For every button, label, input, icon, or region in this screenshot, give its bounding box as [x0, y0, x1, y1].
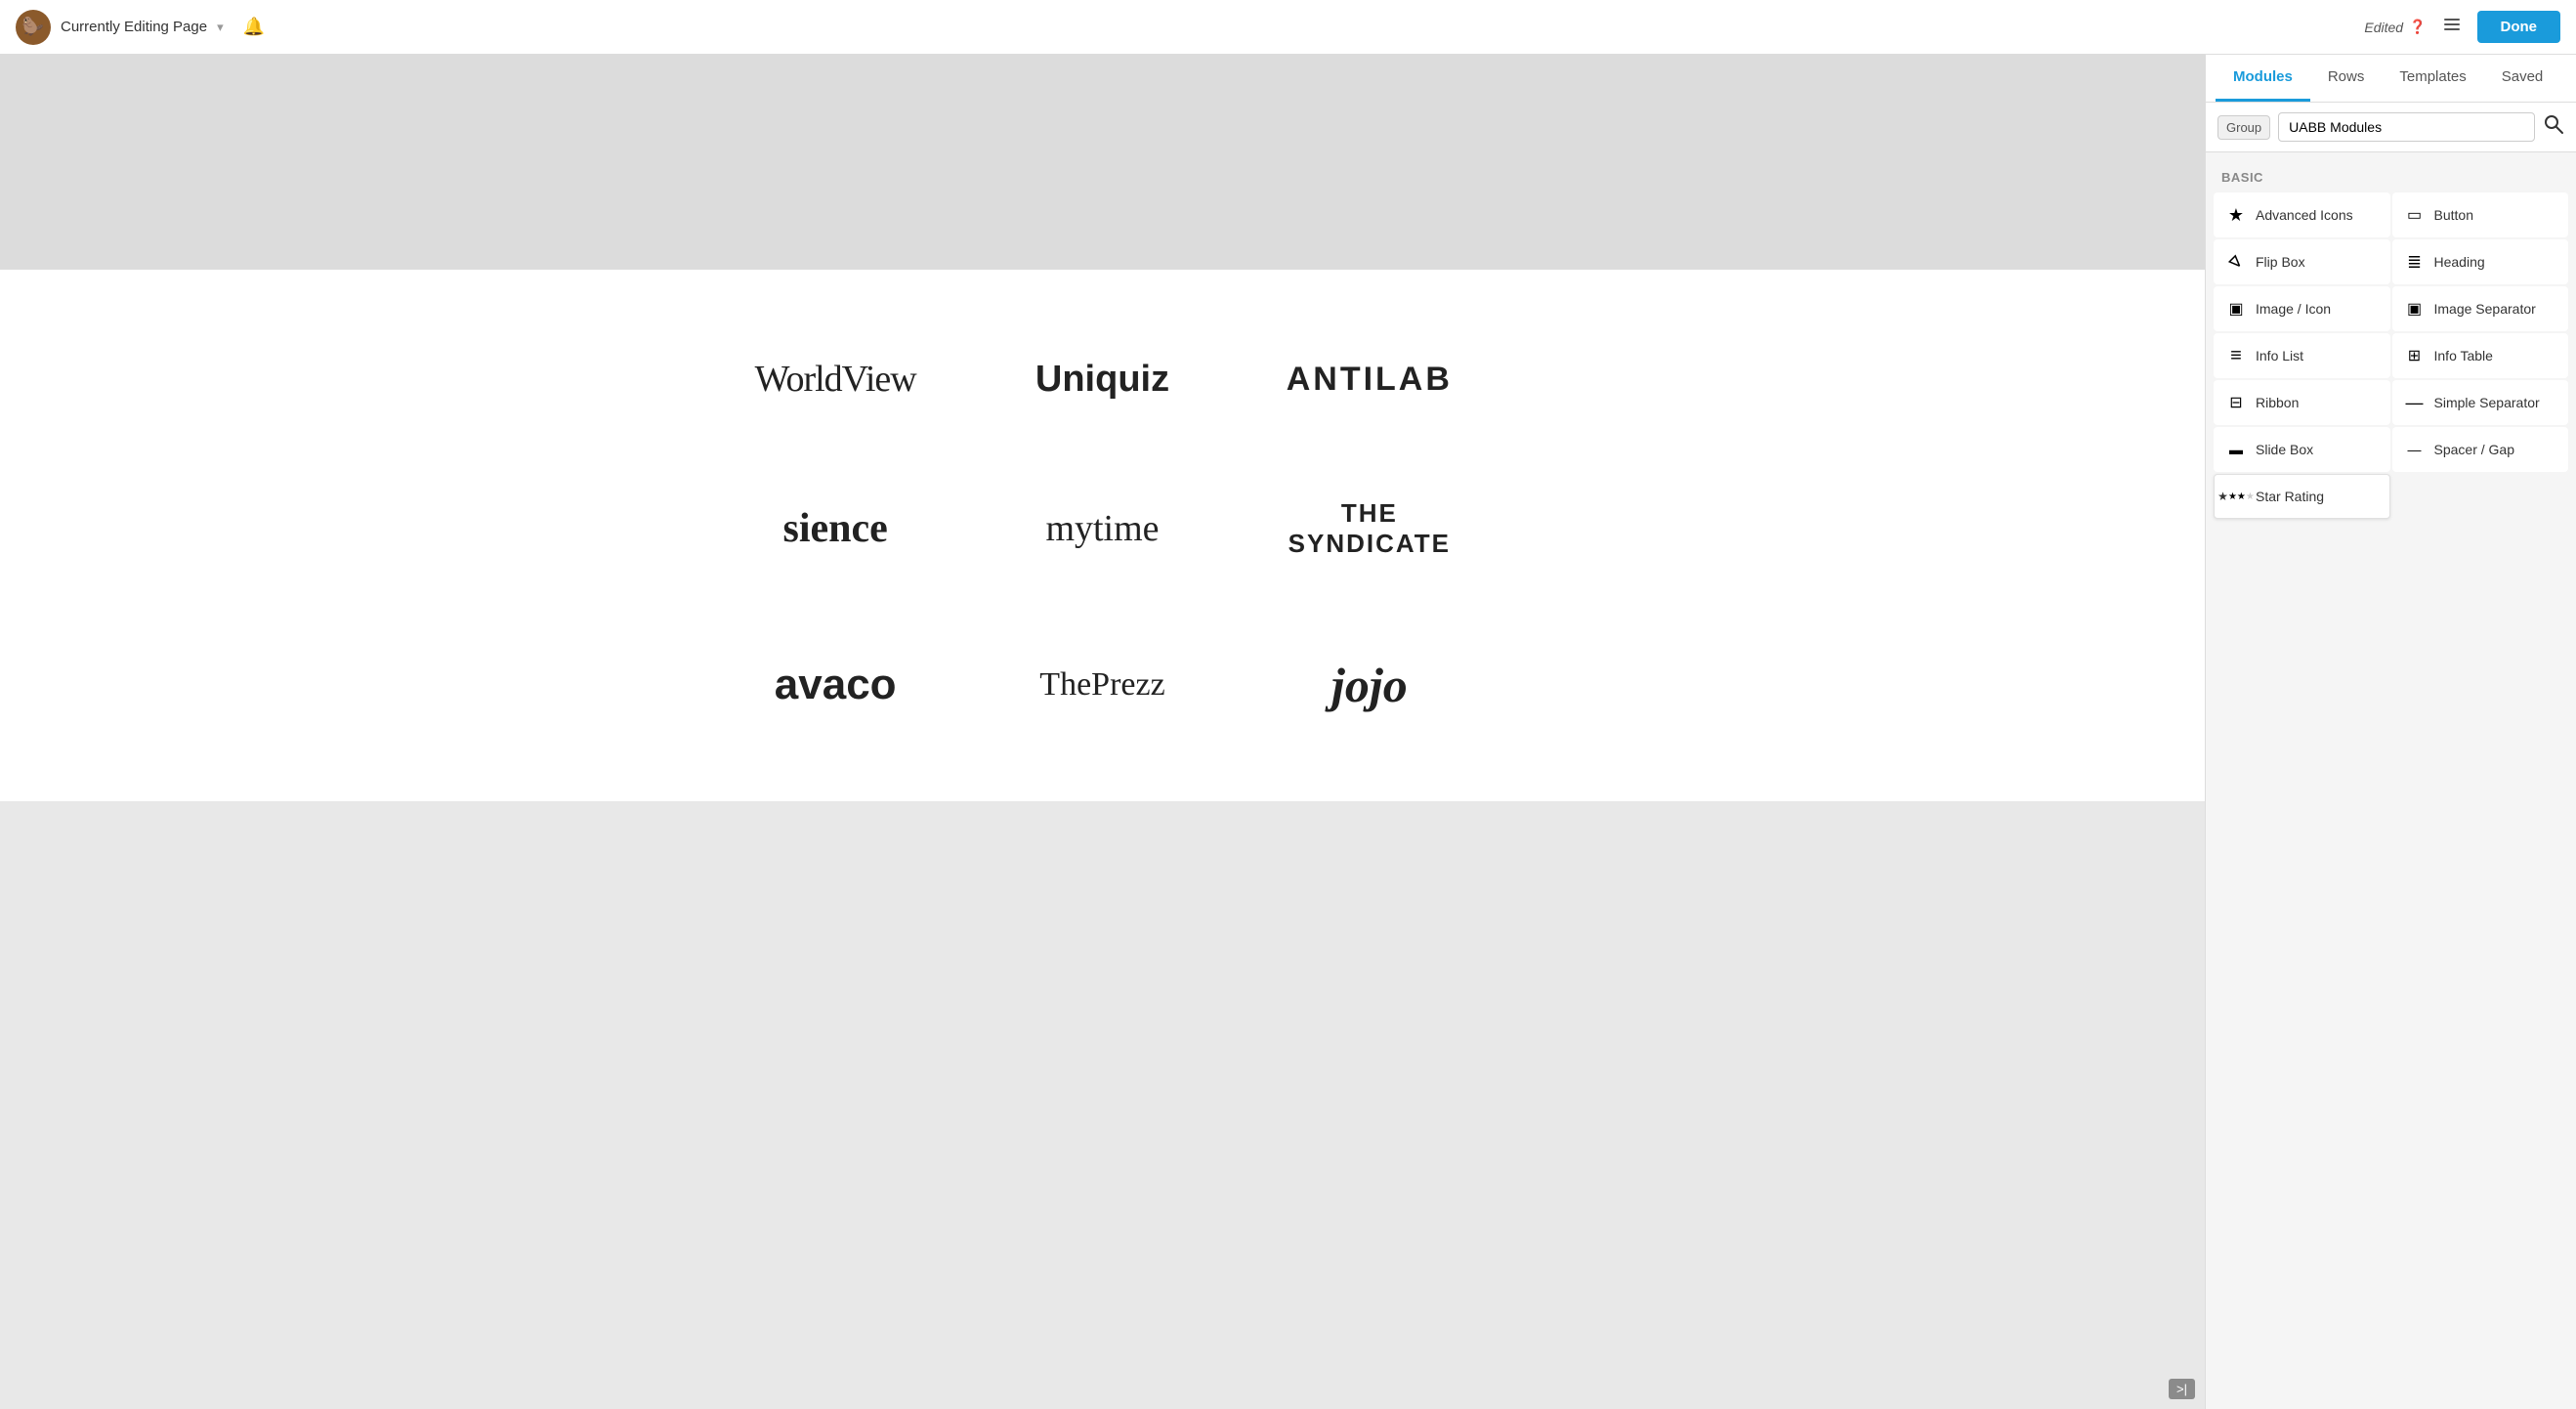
tab-saved[interactable]: Saved [2484, 55, 2561, 102]
logo-uniquiz: Uniquiz [1035, 359, 1169, 401]
logo-antilab: ANTILAB [1287, 361, 1453, 399]
canvas-content: WorldView Uniquiz ANTILAB sience mytime THE S… [0, 270, 2205, 801]
page-title: Currently Editing Page [61, 19, 207, 35]
logo-mytime: mytime [1045, 507, 1159, 550]
logo-cell-syndicate: THE SYNDICATE [1236, 449, 1502, 608]
info-list-label: Info List [2256, 348, 2303, 363]
module-item-flip-box[interactable]: Flip Box [2214, 239, 2390, 284]
module-item-heading[interactable]: Heading [2392, 239, 2569, 284]
module-item-spacer-gap[interactable]: Spacer / Gap [2392, 427, 2569, 472]
logo-cell-uniquiz: Uniquiz [969, 309, 1236, 449]
module-item-ribbon[interactable]: Ribbon [2214, 380, 2390, 425]
logo-sience: sience [783, 505, 888, 552]
button-label: Button [2434, 207, 2473, 223]
logo-cell-avaco: avaco [702, 608, 969, 762]
logo-cell-mytime: mytime [969, 449, 1236, 608]
canvas-wrapper: WorldView Uniquiz ANTILAB sience mytime THE S… [0, 55, 2205, 1409]
logo-cell-sience: sience [702, 449, 969, 608]
info-list-icon [2224, 344, 2248, 367]
logo-cell-antilab: ANTILAB [1236, 309, 1502, 449]
image-icon-icon [2224, 297, 2248, 320]
logo-syndicate: THE SYNDICATE [1255, 498, 1483, 559]
tab-templates[interactable]: Templates [2382, 55, 2483, 102]
sidebar-tabs: ModulesRowsTemplatesSaved [2206, 55, 2576, 103]
done-button[interactable]: Done [2477, 11, 2561, 43]
logo-theprezz: ThePrezz [1039, 666, 1164, 704]
module-item-info-table[interactable]: Info Table [2392, 333, 2569, 378]
spacer-gap-label: Spacer / Gap [2434, 442, 2515, 457]
ribbon-label: Ribbon [2256, 395, 2299, 410]
edited-status: Edited [2364, 20, 2403, 35]
app-logo: 🦫 [16, 10, 51, 45]
logo-jojo: jojo [1331, 657, 1408, 713]
flip-box-icon [2224, 250, 2248, 274]
canvas-area: WorldView Uniquiz ANTILAB sience mytime THE S… [0, 55, 2205, 801]
flip-box-label: Flip Box [2256, 254, 2305, 270]
logo-cell-jojo: jojo [1236, 608, 1502, 762]
module-item-simple-separator[interactable]: Simple Separator [2392, 380, 2569, 425]
module-item-star-rating[interactable]: ★★★ Star Rating [2214, 474, 2390, 519]
logo-avaco: avaco [775, 661, 897, 709]
module-item-info-list[interactable]: Info List [2214, 333, 2390, 378]
logo-grid: WorldView Uniquiz ANTILAB sience mytime THE S… [702, 309, 1503, 762]
sidebar: ModulesRowsTemplatesSaved Group UABB Mod… [2205, 55, 2576, 1409]
module-item-slide-box[interactable]: Slide Box [2214, 427, 2390, 472]
module-item-image-icon[interactable]: Image / Icon [2214, 286, 2390, 331]
image-separator-icon [2403, 297, 2427, 320]
advanced-icons-label: Advanced Icons [2256, 207, 2353, 223]
simple-separator-label: Simple Separator [2434, 395, 2540, 410]
search-button[interactable] [2543, 113, 2564, 141]
help-icon[interactable]: ❓ [2409, 19, 2426, 35]
section-label: Basic [2206, 162, 2576, 189]
sidebar-body: Basic Advanced Icons Button Flip Box Headin… [2206, 152, 2576, 1409]
image-icon-label: Image / Icon [2256, 301, 2331, 317]
info-table-label: Info Table [2434, 348, 2493, 363]
more-options-icon[interactable] [2442, 15, 2462, 40]
module-item-advanced-icons[interactable]: Advanced Icons [2214, 192, 2390, 237]
logo-cell-theprezz: ThePrezz [969, 608, 1236, 762]
tab-rows[interactable]: Rows [2310, 55, 2383, 102]
heading-label: Heading [2434, 254, 2485, 270]
module-item-button[interactable]: Button [2392, 192, 2569, 237]
star-rating-label: Star Rating [2256, 489, 2324, 504]
heading-icon [2403, 250, 2427, 274]
page-title-chevron[interactable]: ▾ [217, 20, 224, 35]
spacer-gap-icon [2403, 438, 2427, 461]
group-label: Group [2217, 115, 2270, 140]
logo-worldview: WorldView [755, 358, 916, 401]
notification-bell[interactable]: 🔔 [243, 17, 265, 37]
advanced-icons-icon [2224, 203, 2248, 227]
canvas-top-section [0, 55, 2205, 270]
button-icon [2403, 203, 2427, 227]
collapse-canvas-button[interactable]: >| [2169, 1379, 2195, 1399]
slide-box-icon [2224, 438, 2248, 461]
module-group-select[interactable]: UABB Modules [2278, 112, 2535, 142]
sidebar-search-row: Group UABB Modules [2206, 103, 2576, 152]
simple-separator-icon [2403, 391, 2427, 414]
image-separator-label: Image Separator [2434, 301, 2536, 317]
info-table-icon [2403, 344, 2427, 367]
topbar: 🦫 Currently Editing Page ▾ 🔔 Edited ❓ Do… [0, 0, 2576, 55]
ribbon-icon [2224, 391, 2248, 414]
slide-box-label: Slide Box [2256, 442, 2313, 457]
module-item-image-separator[interactable]: Image Separator [2392, 286, 2569, 331]
tab-modules[interactable]: Modules [2216, 55, 2310, 102]
modules-grid: Advanced Icons Button Flip Box Heading Image… [2206, 189, 2576, 523]
logo-cell-worldview: WorldView [702, 309, 969, 449]
main-layout: WorldView Uniquiz ANTILAB sience mytime THE S… [0, 55, 2576, 1409]
star-rating-icon: ★★★ [2224, 485, 2248, 508]
